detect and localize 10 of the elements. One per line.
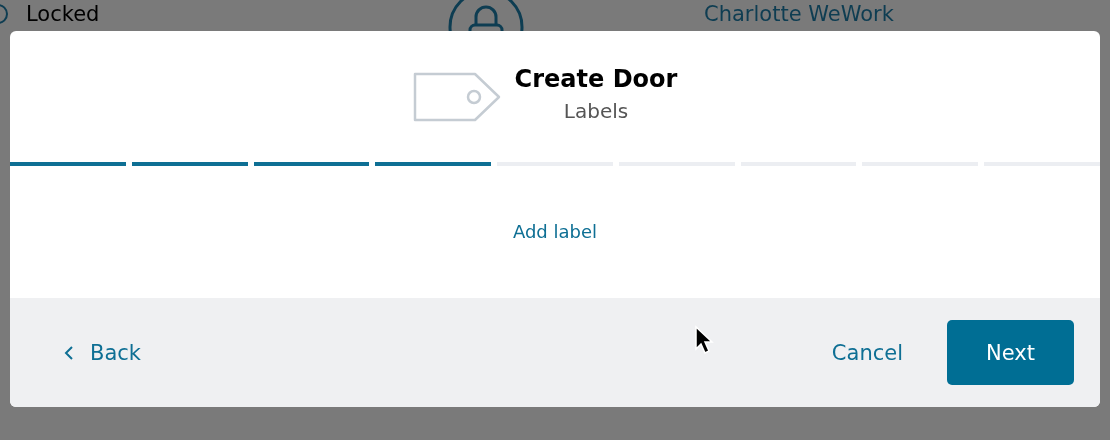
status-text: Locked (26, 2, 101, 26)
add-label-link[interactable]: Add label (512, 220, 598, 242)
back-button[interactable]: Back (60, 336, 145, 369)
cancel-button[interactable]: Cancel (827, 336, 907, 369)
dialog-title: Create Door (514, 64, 678, 93)
mouse-cursor-icon (694, 325, 714, 355)
location-link[interactable]: Charlotte WeWork (704, 2, 894, 26)
chevron-left-icon (64, 345, 74, 360)
step-subtitle: Labels (563, 98, 629, 123)
next-button[interactable]: Next (947, 320, 1074, 385)
